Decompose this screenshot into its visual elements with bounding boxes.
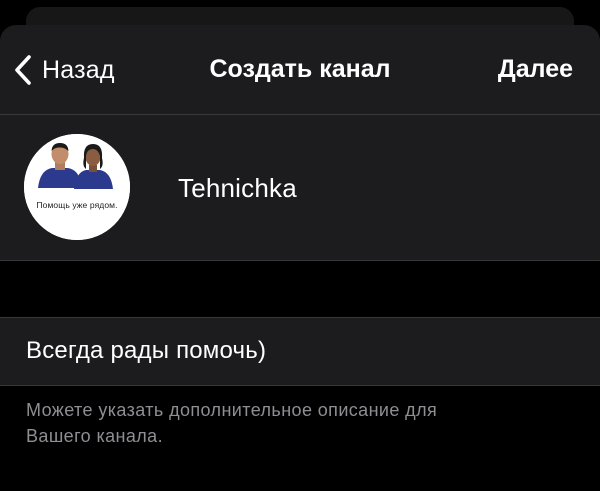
description-hint-line-2: Вашего канала. bbox=[26, 426, 163, 446]
page-title: Создать канал bbox=[209, 55, 391, 83]
description-hint-line-1: Можете указать дополнительное описание д… bbox=[26, 400, 438, 420]
avatar-photo bbox=[24, 134, 130, 240]
channel-profile-row: Помощь уже рядом. Tehnichka bbox=[0, 115, 600, 261]
section-gap bbox=[0, 261, 600, 317]
create-channel-sheet: Назад Создать канал Далее Помощь уже ряд… bbox=[0, 25, 600, 491]
chevron-left-icon bbox=[12, 53, 36, 87]
next-button[interactable]: Далее bbox=[498, 55, 573, 84]
screen: Назад Создать канал Далее Помощь уже ряд… bbox=[0, 0, 600, 491]
back-button[interactable]: Назад bbox=[12, 53, 115, 87]
back-button-label: Назад bbox=[42, 55, 115, 84]
navigation-bar: Назад Создать канал Далее bbox=[0, 25, 600, 115]
description-hint: Можете указать дополнительное описание д… bbox=[26, 397, 566, 449]
description-field[interactable]: Всегда рады помочь) bbox=[0, 317, 600, 386]
channel-avatar[interactable]: Помощь уже рядом. bbox=[24, 134, 130, 240]
description-value: Всегда рады помочь) bbox=[26, 337, 267, 364]
avatar-caption: Помощь уже рядом. bbox=[36, 200, 118, 210]
channel-name-field[interactable]: Tehnichka bbox=[178, 173, 297, 204]
